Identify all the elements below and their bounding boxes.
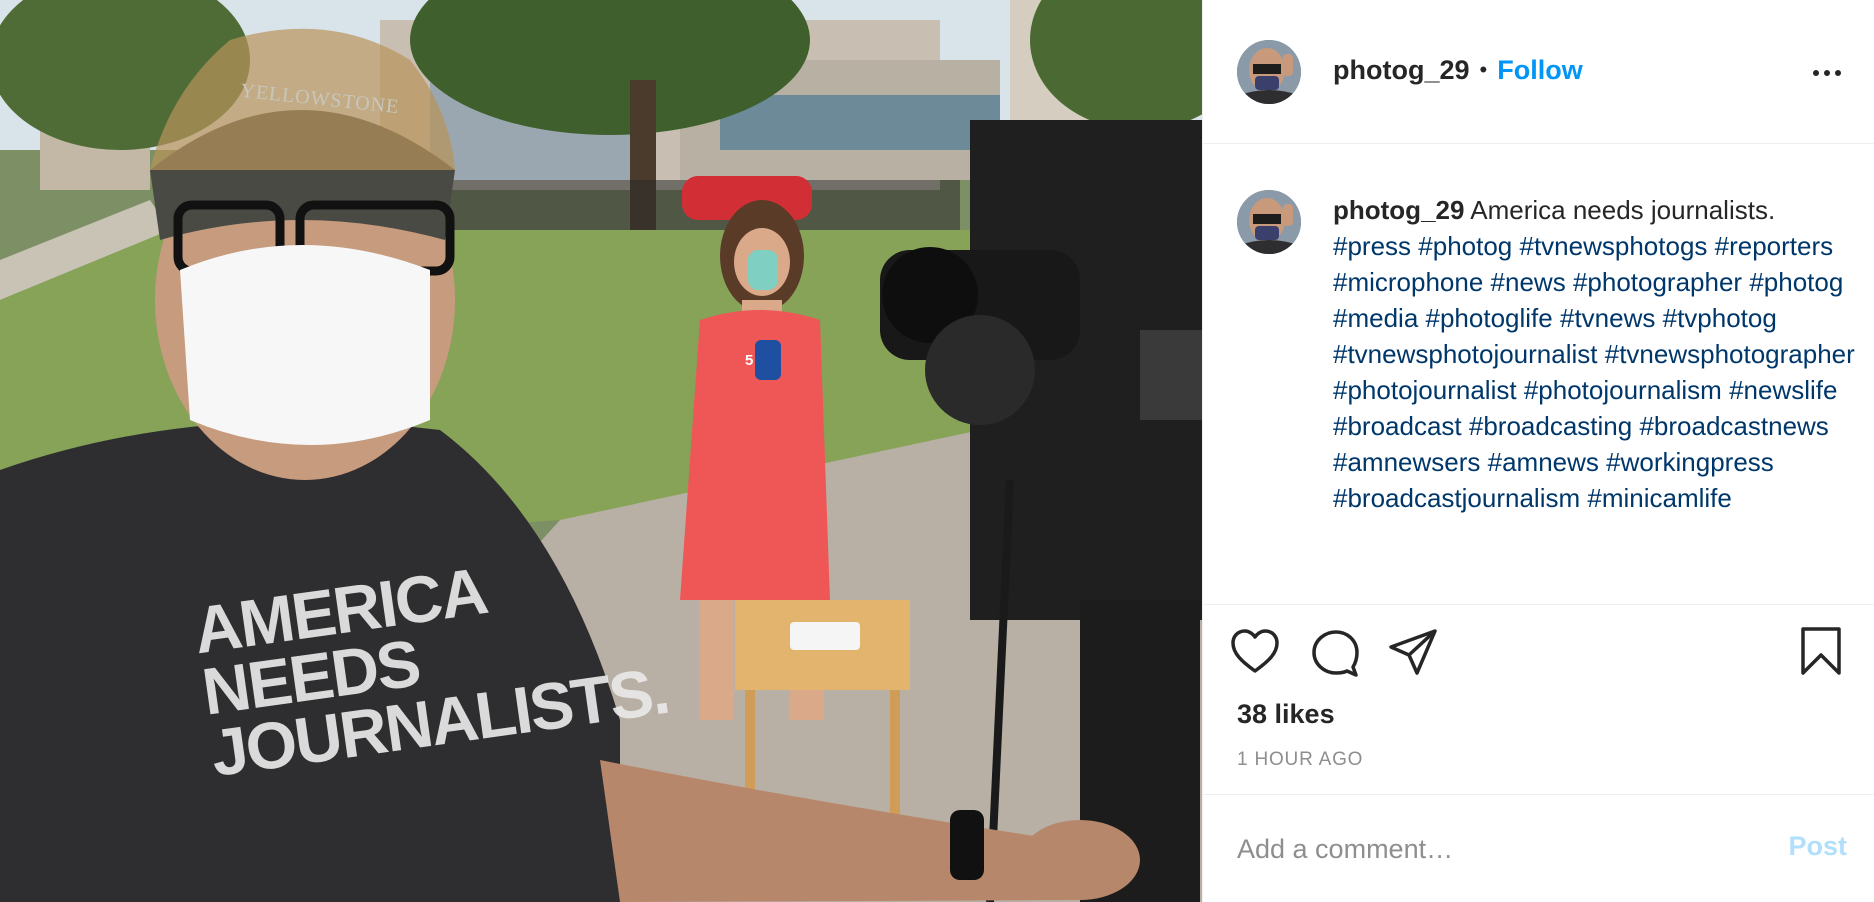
hashtag-link[interactable]: #photojournalism (1524, 375, 1722, 405)
post-header: photog_29 • Follow (1203, 0, 1874, 144)
hashtag-link[interactable]: #tvnewsphotographer (1605, 339, 1855, 369)
follow-button[interactable]: Follow (1497, 55, 1582, 86)
hashtag-link[interactable]: #tvnewsphotogs (1520, 231, 1708, 261)
hashtag-link[interactable]: #amnewsers (1333, 447, 1480, 477)
caption-avatar[interactable] (1237, 190, 1301, 254)
more-options-icon[interactable] (1807, 58, 1847, 88)
comment-bubble-icon[interactable] (1309, 627, 1361, 679)
avatar[interactable] (1237, 40, 1301, 104)
paper-plane-icon[interactable] (1387, 627, 1439, 679)
dot-icon (1824, 70, 1830, 76)
post-actions: 38 likes 1 HOUR AGO (1203, 604, 1874, 794)
caption-username[interactable]: photog_29 (1333, 195, 1464, 225)
hashtag-link[interactable]: #minicamlife (1587, 483, 1732, 513)
hashtag-link[interactable]: #photographer (1573, 267, 1742, 297)
hashtag-link[interactable]: #broadcastjournalism (1333, 483, 1580, 513)
hashtag-link[interactable]: #newslife (1729, 375, 1837, 405)
hashtag-link[interactable]: #press (1333, 231, 1411, 261)
hashtag-list: #press #photog #tvnewsphotogs #reporters… (1333, 231, 1855, 513)
microphone-flag-logo: 5 (745, 352, 754, 369)
hashtag-link[interactable]: #tvnews (1560, 303, 1655, 333)
hashtag-link[interactable]: #media (1333, 303, 1418, 333)
hashtag-link[interactable]: #photoglife (1426, 303, 1553, 333)
hashtag-link[interactable]: #broadcastnews (1639, 411, 1828, 441)
header-username[interactable]: photog_29 (1333, 55, 1470, 86)
dot-separator: • (1479, 57, 1488, 82)
hashtag-link[interactable]: #news (1491, 267, 1566, 297)
header-user-line: photog_29 • Follow (1333, 52, 1583, 88)
hashtag-link[interactable]: #amnews (1488, 447, 1599, 477)
post-comment-button[interactable]: Post (1788, 831, 1847, 862)
caption-area: photog_29 America needs journalists. #pr… (1203, 144, 1874, 604)
caption-message: America needs journalists. (1470, 195, 1776, 225)
comment-input[interactable] (1237, 825, 1757, 873)
post-photo[interactable]: YELLOWSTONE 5 AMERICA NEEDS JOURNALISTS. (0, 0, 1202, 902)
avatar-image (1237, 190, 1301, 254)
hashtag-link[interactable]: #photog (1418, 231, 1512, 261)
hashtag-link[interactable]: #broadcasting (1469, 411, 1632, 441)
dot-icon (1813, 70, 1819, 76)
caption-text: photog_29 America needs journalists. #pr… (1333, 192, 1859, 516)
avatar-image (1237, 40, 1301, 104)
dot-icon (1835, 70, 1841, 76)
hashtag-link[interactable]: #tvphotog (1663, 303, 1777, 333)
hashtag-link[interactable]: #tvnewsphotojournalist (1333, 339, 1598, 369)
post-timestamp[interactable]: 1 HOUR AGO (1237, 749, 1363, 771)
hashtag-link[interactable]: #photojournalist (1333, 375, 1517, 405)
hashtag-link[interactable]: #photog (1749, 267, 1843, 297)
photo-scene (0, 0, 1202, 902)
hashtag-link[interactable]: #broadcast (1333, 411, 1462, 441)
hashtag-link[interactable]: #microphone (1333, 267, 1483, 297)
comment-bar: Post (1203, 794, 1874, 902)
post-side-panel: photog_29 • Follow photog_29 America nee… (1202, 0, 1874, 902)
bookmark-icon[interactable] (1795, 625, 1847, 677)
hashtag-link[interactable]: #reporters (1715, 231, 1834, 261)
heart-icon[interactable] (1229, 627, 1281, 679)
instagram-post: YELLOWSTONE 5 AMERICA NEEDS JOURNALISTS.… (0, 0, 1874, 902)
likes-count[interactable]: 38 likes (1237, 699, 1335, 730)
hashtag-link[interactable]: #workingpress (1606, 447, 1774, 477)
